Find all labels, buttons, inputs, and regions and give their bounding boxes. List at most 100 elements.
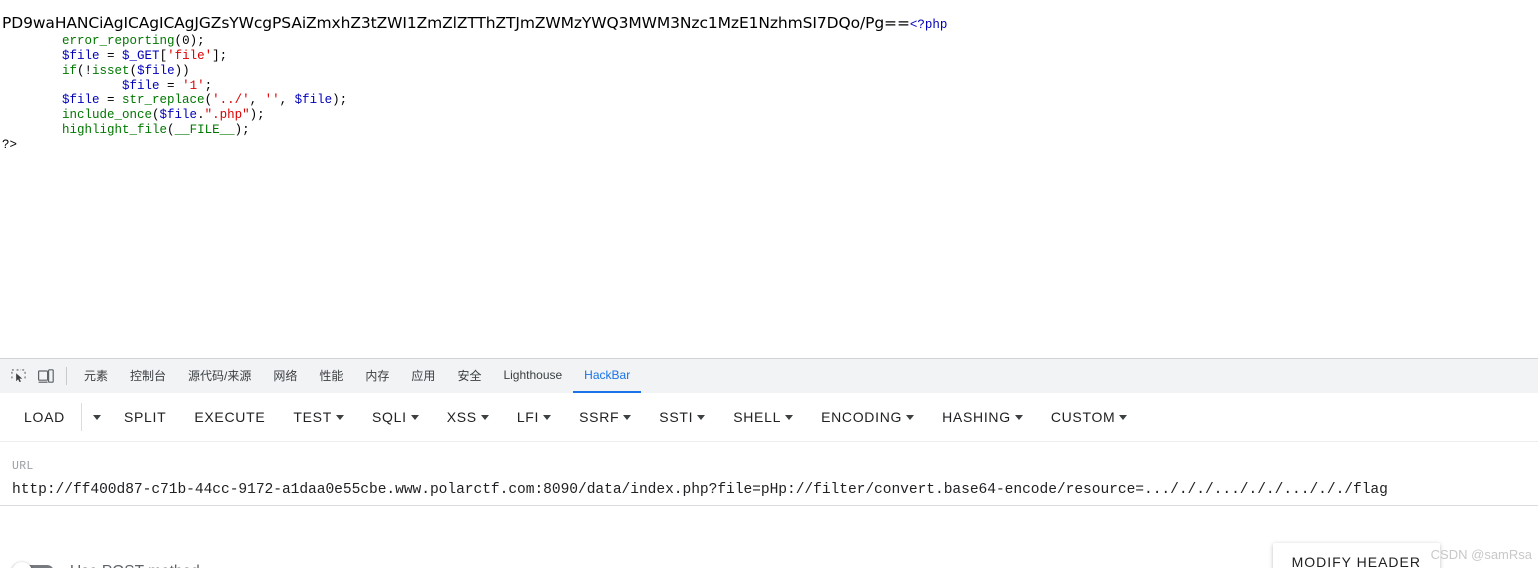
code-token: $file [159,108,198,123]
tab-console[interactable]: 控制台 [119,359,177,393]
code-line: $file = '1'; [2,79,1538,94]
php-open-tag: <?php [909,18,948,32]
tab-memory[interactable]: 内存 [354,359,400,393]
device-toolbar-icon[interactable] [32,359,60,393]
hackbar-xss-button[interactable]: XSS [433,400,503,434]
code-token: ; [257,108,265,123]
code-token: error_reporting [62,34,175,48]
hackbar-button-group: XSS [433,400,503,434]
hackbar-button-group: TEST [279,400,358,434]
post-method-label: Use POST method [70,563,200,568]
chevron-down-icon [697,414,706,420]
hackbar-ssti-button[interactable]: SSTI [645,400,719,434]
code-token: ) [249,108,258,123]
hackbar-load-dropdown-button[interactable] [84,400,110,434]
post-method-toggle[interactable]: Use POST method [0,562,200,568]
code-token: $file [62,93,100,108]
code-token: = [99,48,123,63]
chevron-down-icon [480,414,489,420]
tab-security[interactable]: 安全 [446,359,492,393]
tab-application[interactable]: 应用 [400,359,446,393]
code-token: $file [137,63,175,78]
tab-lighthouse[interactable]: Lighthouse [492,359,573,393]
csdn-watermark: CSDN @samRsa [1430,547,1532,562]
toolbar-divider [66,367,67,385]
code-token: '' [264,93,280,108]
inspect-element-icon[interactable] [4,359,32,393]
hackbar-button-label: LFI [516,409,540,425]
code-token: isset [92,63,130,78]
hackbar-custom-button[interactable]: CUSTOM [1037,400,1142,434]
code-token: ; [339,93,348,108]
chevron-down-icon [623,414,632,420]
code-token: $file [294,93,333,108]
tab-network[interactable]: 网络 [262,359,308,393]
chevron-down-icon [1014,414,1023,420]
code-token: ( [174,34,183,48]
chevron-down-icon [410,414,419,420]
tab-performance[interactable]: 性能 [308,359,354,393]
toggle-switch[interactable] [12,562,56,568]
code-token: ; [204,78,213,93]
hackbar-button-label: SPLIT [123,409,167,425]
url-section: URL http://ff400d87-c71b-44cc-9172-a1daa… [0,442,1538,506]
chevron-down-icon [92,414,101,420]
tab-hackbar[interactable]: HackBar [573,359,642,393]
code-token: )) [174,63,190,78]
chevron-down-icon [785,414,794,420]
code-token: ] [212,48,220,63]
code-token: ( [129,63,138,78]
hackbar-execute-button[interactable]: EXECUTE [180,400,279,434]
code-line: include_once($file.".php"); [2,108,1538,123]
url-input[interactable]: http://ff400d87-c71b-44cc-9172-a1daa0e55… [12,482,1526,505]
code-token: highlight_file [62,123,168,138]
devtools-panel: 元素 控制台 源代码/来源 网络 性能 内存 应用 安全 Lighthouse HackBar L… [0,358,1538,568]
browser-page-content: PD9waHANCiAgICAgICAgJGZsYWcgPSAiZmxhZ3tZ… [0,0,1538,358]
code-token: [ [159,48,168,63]
devtools-tab-label: Lighthouse [503,368,563,382]
code-line: highlight_file(__FILE__); [2,123,1538,138]
code-token: $file [62,48,100,63]
devtools-tab-label: 控制台 [130,368,167,383]
hackbar-button-group: EXECUTE [180,400,279,434]
hackbar-button-divider [80,403,82,431]
chevron-down-icon [1119,414,1128,420]
code-token: ".php" [204,108,250,123]
hackbar-button-label: HASHING [942,409,1011,425]
code-token: ?> [2,137,18,152]
hackbar-button-label: ENCODING [821,409,903,425]
hackbar-split-button[interactable]: SPLIT [110,400,180,434]
hackbar-panel: LOAD SPLIT EXECUTE TEST SQLI XSS LFI SSRF SSTI SH… [0,393,1538,568]
hackbar-hashing-button[interactable]: HASHING [928,400,1037,434]
hackbar-load-button[interactable]: LOAD [10,400,79,434]
devtools-tab-label: 内存 [365,368,390,383]
hackbar-shell-button[interactable]: SHELL [719,400,807,434]
hackbar-ssrf-button[interactable]: SSRF [565,400,645,434]
modify-header-button[interactable]: MODIFY HEADER [1272,543,1440,568]
code-token: ) [189,34,198,48]
tab-sources[interactable]: 源代码/来源 [177,359,262,393]
chevron-down-icon [335,414,344,420]
toggle-knob [12,562,32,568]
code-line: ?> [2,138,1538,153]
code-line: $file = $_GET['file']; [2,49,1538,64]
code-token: = [99,93,123,108]
hackbar-lfi-button[interactable]: LFI [503,400,565,434]
hackbar-button-group: CUSTOM [1037,400,1142,434]
devtools-tab-label: 安全 [457,368,482,383]
code-token: str_replace [122,93,205,108]
devtools-tab-label: 应用 [411,368,436,383]
code-token: (! [77,63,93,78]
code-token: . [197,108,205,123]
hackbar-button-label: SSRF [579,409,620,425]
url-label: URL [12,460,34,473]
code-token: ) [234,123,243,138]
tab-elements[interactable]: 元素 [73,359,119,393]
hackbar-button-label: SQLI [371,409,407,425]
hackbar-encoding-button[interactable]: ENCODING [807,400,928,434]
url-input-underline [0,505,1538,506]
hackbar-sqli-button[interactable]: SQLI [358,400,433,434]
code-token: ; [242,123,250,138]
hackbar-button-label: CUSTOM [1050,409,1116,425]
hackbar-test-button[interactable]: TEST [279,400,358,434]
